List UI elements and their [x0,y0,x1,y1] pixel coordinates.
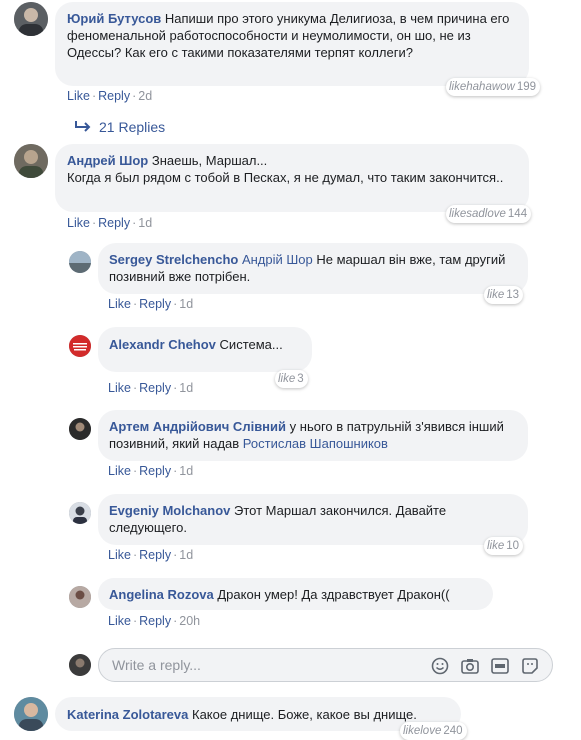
like-button[interactable]: Like [108,464,131,478]
reply-bubble: Angelina Rozova Дракон умер! Да здравств… [98,578,493,610]
reply-bubble: Артем Андрійович Слівний у нього в патру… [98,410,528,461]
reply-actions: Like · Reply · 1d [108,297,194,311]
reply-bubble: Evgeniy Molchanov Этот Маршал закончился… [98,494,528,545]
reply-author[interactable]: Evgeniy Molchanov [109,503,230,518]
sticker-icon[interactable] [520,656,540,676]
reaction-count: 10 [506,540,520,552]
avatar[interactable] [14,144,48,178]
avatar[interactable] [14,697,48,731]
reply-button[interactable]: Reply [139,614,171,628]
reaction-icons: like [278,373,296,385]
comment-author[interactable]: Katerina Zolotareva [67,707,188,722]
view-replies-link[interactable]: 21 Replies [73,119,165,135]
reply-author[interactable]: Артем Андрійович Слівний [109,419,286,434]
comment-author[interactable]: Юрий Бутусов [67,11,161,26]
reply-actions: Like · Reply · 1d [108,381,194,395]
avatar[interactable] [69,502,91,524]
reaction-count: 240 [443,725,463,737]
reply-button[interactable]: Reply [139,297,171,311]
comment-text: Какое днище. Боже, какое вы днище. [192,707,417,722]
reaction-summary[interactable]: like 3 [275,370,308,388]
comment-actions: Like · Reply · 1d [67,216,153,230]
avatar[interactable] [69,586,91,608]
reaction-summary[interactable]: like 13 [484,286,524,304]
gif-icon[interactable] [490,656,510,676]
reply-bubble: Alexandr Chehov Система... [98,327,312,372]
reaction-summary[interactable]: likehahawow 199 [446,78,541,96]
reply-time[interactable]: 20h [179,614,200,628]
reply-input-placeholder: Write a reply... [112,657,201,673]
reply-input[interactable]: Write a reply... [98,648,553,682]
emoji-icon[interactable] [430,656,450,676]
reply-actions: Like · Reply · 1d [108,548,194,562]
like-button[interactable]: Like [108,297,131,311]
like-button[interactable]: Like [108,548,131,562]
reaction-icons: likehahawow [449,81,515,93]
reply-actions: Like · Reply · 1d [108,464,194,478]
reaction-count: 144 [507,208,528,220]
reply-time[interactable]: 1d [179,381,193,395]
reply-mention[interactable]: Андрій Шор [242,252,313,267]
reply-text: Дракон умер! Да здравствует Дракон(( [217,587,450,602]
reaction-count: 3 [297,373,304,385]
reaction-icons: likesadlove [449,208,506,220]
camera-icon[interactable] [460,656,480,676]
reply-button[interactable]: Reply [139,464,171,478]
replies-count-label: 21 Replies [99,119,166,135]
reply-button[interactable]: Reply [139,381,171,395]
reply-bubble: Sergey Strelchencho Андрій Шор Не маршал… [98,243,528,294]
like-button[interactable]: Like [67,216,90,230]
reply-author[interactable]: Angelina Rozova [109,587,214,602]
comment-time[interactable]: 2d [138,89,152,103]
reply-time[interactable]: 1d [179,548,193,562]
comment-time[interactable]: 1d [138,216,152,230]
avatar[interactable] [69,418,91,440]
reaction-summary[interactable]: like 10 [484,537,524,555]
like-button[interactable]: Like [67,89,90,103]
reply-time[interactable]: 1d [179,297,193,311]
comment-author[interactable]: Андрей Шор [67,153,148,168]
reaction-count: 199 [516,81,537,93]
reply-button[interactable]: Reply [98,89,130,103]
like-button[interactable]: Like [108,614,131,628]
reaction-icons: like [487,289,505,301]
reply-author[interactable]: Alexandr Chehov [109,337,216,352]
reply-time[interactable]: 1d [179,464,193,478]
avatar[interactable] [69,251,91,273]
avatar[interactable] [69,335,91,357]
reaction-icons: likelove [403,725,442,737]
reply-button[interactable]: Reply [139,548,171,562]
comment-actions: Like · Reply · 2d [67,89,153,103]
current-user-avatar [69,654,91,676]
reply-author[interactable]: Sergey Strelchencho [109,252,238,267]
comment-bubble: Юрий Бутусов Напиши про этого уникума Де… [55,2,529,86]
reaction-summary[interactable]: likesadlove 144 [446,205,532,223]
reply-button[interactable]: Reply [98,216,130,230]
reply-actions: Like · Reply · 20h [108,614,201,628]
comment-bubble: Андрей Шор Знаешь, Маршал... Когда я был… [55,144,529,212]
reaction-icons: like [487,540,505,552]
reply-text: Система... [219,337,283,352]
reaction-count: 13 [506,289,520,301]
like-button[interactable]: Like [108,381,131,395]
reply-arrow-icon [73,120,93,134]
reply-mention[interactable]: Ростислав Шапошников [243,436,388,451]
avatar[interactable] [14,2,48,36]
reaction-summary[interactable]: likelove 240 [400,722,467,740]
